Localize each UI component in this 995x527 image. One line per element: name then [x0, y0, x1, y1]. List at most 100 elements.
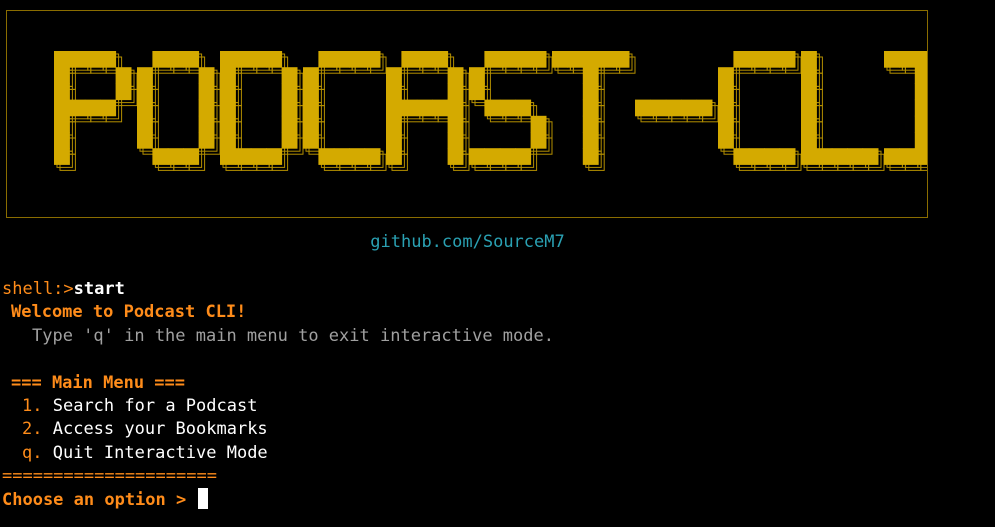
banner-pixel: [115, 83, 132, 101]
banner-pixel: [84, 51, 101, 68]
banner-pixel: [484, 99, 501, 117]
menu-separator: =====================: [2, 466, 217, 486]
banner-pixel: [54, 83, 70, 101]
banner-pixel: [386, 115, 402, 133]
banner-pixel: [386, 99, 402, 117]
banner-pixel: [100, 99, 117, 117]
menu-item-label: Search for a Podcast: [52, 396, 258, 416]
banner-pixel: [84, 99, 101, 117]
banner-pixel: [183, 148, 200, 165]
banner-pixel: [801, 148, 817, 165]
banner-pixel: [137, 83, 153, 101]
banner-pixel: [401, 99, 418, 117]
banner-pixel: [499, 148, 516, 165]
banner-pixel: [69, 51, 86, 68]
banner-pixel: [54, 51, 70, 68]
banner-pixel: [582, 51, 599, 68]
banner-pixel: [333, 148, 350, 165]
banner-text: [54, 51, 927, 171]
banner-pixel: [198, 83, 215, 101]
banner-pixel: [484, 148, 501, 165]
banner-pixel: [303, 67, 319, 84]
menu-item-search[interactable]: 1. Search for a Podcast: [22, 395, 257, 418]
banner-pixel: [386, 148, 402, 165]
banner-pixel: [220, 99, 236, 117]
banner-pixel: [582, 67, 599, 84]
banner-pixel: [469, 83, 485, 101]
banner-pixel: [567, 51, 584, 68]
banner-pixel: [499, 51, 516, 68]
banner-pixel: [386, 132, 402, 149]
banner-pixel: [54, 115, 70, 133]
banner-pixel: [137, 115, 153, 133]
banner-pixel: [801, 83, 817, 101]
banner-pixel: [281, 83, 298, 101]
banner-pixel: [530, 51, 547, 68]
menu-item-label: Access your Bookmarks: [52, 419, 268, 439]
banner-pixel: [281, 132, 298, 149]
banner-pixel: [650, 99, 667, 117]
menu-item-quit[interactable]: q. Quit Interactive Mode: [22, 442, 268, 465]
banner-pixel: [54, 67, 70, 84]
banner-pixel: [816, 148, 833, 165]
banner-pixel: [303, 132, 319, 149]
banner-pixel: [250, 51, 267, 68]
typed-command: start: [73, 279, 125, 299]
ascii-banner: [6, 10, 928, 218]
exit-hint: Type 'q' in the main menu to exit intera…: [32, 326, 554, 346]
banner-pixel: [884, 148, 900, 165]
banner-pixel: [447, 83, 464, 101]
banner-pixel: [303, 83, 319, 101]
banner-pixel: [220, 132, 236, 149]
banner-pixel: [152, 148, 169, 165]
banner-pixel: [748, 51, 765, 68]
menu-item-key: q.: [22, 443, 43, 463]
banner-pixel: [681, 99, 698, 117]
banner-logo: [54, 51, 927, 171]
banner-pixel: [447, 99, 464, 117]
banner-pixel: [899, 148, 916, 165]
banner-pixel: [364, 148, 381, 165]
banner-pixel: [552, 51, 568, 68]
banner-pixel: [801, 115, 817, 133]
banner-pixel: [54, 99, 70, 117]
banner-pixel: [582, 115, 599, 133]
banner-pixel: [198, 99, 215, 117]
banner-pixel: [54, 148, 70, 165]
banner-pixel: [696, 99, 713, 117]
banner-pixel: [499, 99, 516, 117]
banner-pixel: [416, 99, 433, 117]
banner-pixel: [779, 148, 796, 165]
banner-pixel: [250, 148, 267, 165]
banner-pixel: [447, 115, 464, 133]
banner-pixel: [137, 67, 153, 84]
banner-pixel: [484, 51, 501, 68]
banner-pixel: [764, 148, 781, 165]
banner-pixel: [183, 51, 200, 68]
menu-title: === Main Menu ===: [11, 373, 185, 393]
menu-item-bookmarks[interactable]: 2. Access your Bookmarks: [22, 418, 268, 441]
banner-pixel: [220, 83, 236, 101]
banner-pixel: [801, 132, 817, 149]
text-cursor[interactable]: [198, 488, 209, 509]
banner-pixel: [167, 148, 184, 165]
banner-pixel: [220, 148, 236, 165]
banner-pixel: [349, 148, 366, 165]
banner-pixel: [54, 132, 70, 149]
banner-pixel: [914, 148, 927, 165]
banner-pixel: [198, 132, 215, 149]
banner-pixel: [100, 51, 117, 68]
banner-pixel: [386, 67, 402, 84]
banner-pixel: [718, 99, 734, 117]
banner-pixel: [318, 148, 335, 165]
github-link[interactable]: github.com/SourceM7: [0, 232, 935, 252]
input-line[interactable]: Choose an option >: [2, 488, 209, 511]
banner-pixel: [281, 67, 298, 84]
banner-pixel: [220, 115, 236, 133]
banner-pixel: [582, 99, 599, 117]
banner-pixel: [220, 51, 236, 68]
banner-pixel: [598, 51, 615, 68]
banner-pixel: [733, 51, 750, 68]
banner-pixel: [718, 67, 734, 84]
banner-pixel: [152, 51, 169, 68]
